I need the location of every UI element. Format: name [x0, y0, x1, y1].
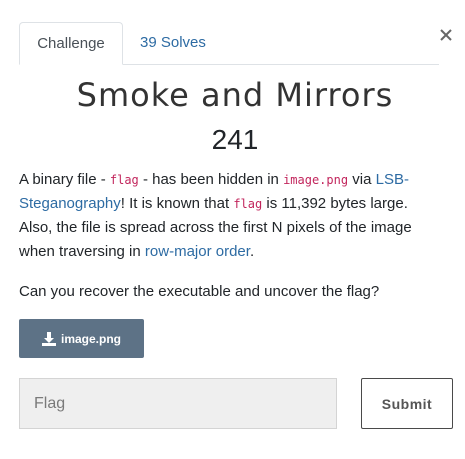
challenge-name: Smoke and Mirrors	[76, 76, 394, 114]
flag-input[interactable]	[19, 378, 337, 429]
tab-solves[interactable]: 39 Solves	[140, 22, 206, 64]
desc-text: .	[249, 243, 255, 260]
tab-challenge[interactable]: Challenge	[19, 22, 123, 65]
row-major-order-link[interactable]: row-major order	[145, 243, 250, 260]
challenge-description: A binary file - flag - has been hidden i…	[19, 168, 439, 300]
desc-text: A binary file -	[19, 171, 110, 188]
close-button[interactable]	[434, 22, 456, 46]
code-flag: flag	[109, 173, 139, 187]
description-paragraph: A binary file - flag - has been hidden i…	[19, 168, 439, 264]
download-file-button[interactable]: image.png	[19, 319, 144, 358]
desc-text: ! It is known that	[120, 195, 234, 212]
desc-text: via	[348, 171, 376, 188]
download-icon	[41, 331, 56, 346]
code-flag: flag	[233, 197, 263, 211]
desc-text: - has been hidden in	[138, 171, 284, 188]
challenge-modal: Challenge 39 Solves Smoke and Mirrors 24…	[0, 0, 465, 459]
challenge-value: 241	[211, 124, 259, 155]
submit-button[interactable]: Submit	[361, 378, 453, 429]
description-question: Can you recover the executable and uncov…	[19, 283, 380, 300]
close-icon	[440, 29, 452, 41]
code-image: image.png	[283, 173, 349, 187]
download-label: image.png	[60, 331, 121, 346]
tab-bar: Challenge 39 Solves	[19, 22, 439, 65]
